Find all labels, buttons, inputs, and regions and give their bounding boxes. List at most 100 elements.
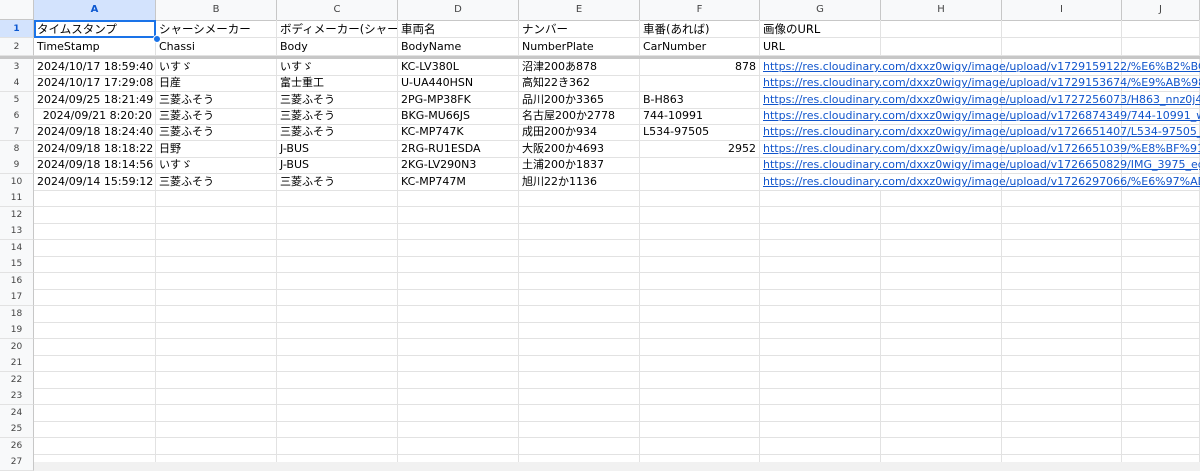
row-header-25[interactable]: 25 bbox=[0, 421, 34, 438]
cell-j19[interactable] bbox=[1122, 322, 1200, 338]
cell-i19[interactable] bbox=[1002, 322, 1122, 338]
row-header-27[interactable]: 27 bbox=[0, 454, 34, 471]
cell-b16[interactable] bbox=[156, 273, 277, 289]
cell-d21[interactable] bbox=[398, 355, 519, 371]
cell-d20[interactable] bbox=[398, 339, 519, 355]
cell-g5[interactable]: https://res.cloudinary.com/dxxz0wigy/ima… bbox=[760, 92, 1200, 108]
cell-e6[interactable]: 名古屋200か2778 bbox=[519, 108, 640, 124]
cell-d4[interactable]: U-UA440HSN bbox=[398, 75, 519, 91]
cell-g13[interactable] bbox=[760, 223, 881, 239]
cell-d7[interactable]: KC-MP747K bbox=[398, 124, 519, 140]
cell-i16[interactable] bbox=[1002, 273, 1122, 289]
cell-f15[interactable] bbox=[640, 256, 760, 272]
cell-e3[interactable]: 沼津200あ878 bbox=[519, 59, 640, 75]
cell-c7[interactable]: 三菱ふそう bbox=[277, 124, 398, 140]
cell-a19[interactable] bbox=[34, 322, 156, 338]
cell-f5[interactable]: B-H863 bbox=[640, 92, 760, 108]
cell-c1[interactable]: ボディメーカー(シャーシ bbox=[277, 20, 398, 37]
cell-d14[interactable] bbox=[398, 240, 519, 256]
column-header-h[interactable]: H bbox=[881, 0, 1002, 20]
row-header-11[interactable]: 11 bbox=[0, 190, 34, 207]
cell-c18[interactable] bbox=[277, 306, 398, 322]
cell-c19[interactable] bbox=[277, 322, 398, 338]
cell-f16[interactable] bbox=[640, 273, 760, 289]
cell-j17[interactable] bbox=[1122, 289, 1200, 305]
cell-a5[interactable]: 2024/09/25 18:21:49 bbox=[34, 92, 156, 108]
cell-d6[interactable]: BKG-MU66JS bbox=[398, 108, 519, 124]
cell-c17[interactable] bbox=[277, 289, 398, 305]
row-header-9[interactable]: 9 bbox=[0, 157, 34, 174]
cell-d5[interactable]: 2PG-MP38FK bbox=[398, 92, 519, 108]
cell-e24[interactable] bbox=[519, 405, 640, 421]
cell-c2[interactable]: Body bbox=[277, 38, 398, 55]
cell-h14[interactable] bbox=[881, 240, 1002, 256]
cell-h24[interactable] bbox=[881, 405, 1002, 421]
cell-g1[interactable]: 画像のURL bbox=[760, 20, 881, 37]
row-header-3[interactable]: 3 bbox=[0, 59, 34, 76]
row-header-21[interactable]: 21 bbox=[0, 355, 34, 372]
cell-d13[interactable] bbox=[398, 223, 519, 239]
cell-e2[interactable]: NumberPlate bbox=[519, 38, 640, 55]
cell-b12[interactable] bbox=[156, 207, 277, 223]
cell-e16[interactable] bbox=[519, 273, 640, 289]
cell-d15[interactable] bbox=[398, 256, 519, 272]
cell-j12[interactable] bbox=[1122, 207, 1200, 223]
cell-d2[interactable]: BodyName bbox=[398, 38, 519, 55]
column-header-b[interactable]: B bbox=[156, 0, 277, 20]
cell-i25[interactable] bbox=[1002, 421, 1122, 437]
cell-c8[interactable]: J-BUS bbox=[277, 141, 398, 157]
cell-a16[interactable] bbox=[34, 273, 156, 289]
cell-h17[interactable] bbox=[881, 289, 1002, 305]
cell-g22[interactable] bbox=[760, 372, 881, 388]
cell-a12[interactable] bbox=[34, 207, 156, 223]
cell-e5[interactable]: 品川200か3365 bbox=[519, 92, 640, 108]
cell-g20[interactable] bbox=[760, 339, 881, 355]
cell-c15[interactable] bbox=[277, 256, 398, 272]
cell-b5[interactable]: 三菱ふそう bbox=[156, 92, 277, 108]
cell-a6[interactable]: 2024/09/21 8:20:20 bbox=[34, 108, 156, 124]
cell-e1[interactable]: ナンバー bbox=[519, 20, 640, 37]
cell-f22[interactable] bbox=[640, 372, 760, 388]
cell-g16[interactable] bbox=[760, 273, 881, 289]
cell-h23[interactable] bbox=[881, 388, 1002, 404]
cell-b24[interactable] bbox=[156, 405, 277, 421]
cell-a26[interactable] bbox=[34, 438, 156, 454]
column-header-a[interactable]: A bbox=[34, 0, 156, 20]
cell-j11[interactable] bbox=[1122, 190, 1200, 206]
cell-b14[interactable] bbox=[156, 240, 277, 256]
cell-d1[interactable]: 車両名 bbox=[398, 20, 519, 37]
cell-b13[interactable] bbox=[156, 223, 277, 239]
row-header-16[interactable]: 16 bbox=[0, 273, 34, 290]
cell-i11[interactable] bbox=[1002, 190, 1122, 206]
cell-c6[interactable]: 三菱ふそう bbox=[277, 108, 398, 124]
row-header-8[interactable]: 8 bbox=[0, 141, 34, 158]
cell-j22[interactable] bbox=[1122, 372, 1200, 388]
cell-e11[interactable] bbox=[519, 190, 640, 206]
cell-g25[interactable] bbox=[760, 421, 881, 437]
cell-c9[interactable]: J-BUS bbox=[277, 157, 398, 173]
row-header-20[interactable]: 20 bbox=[0, 339, 34, 356]
cell-b6[interactable]: 三菱ふそう bbox=[156, 108, 277, 124]
cell-a15[interactable] bbox=[34, 256, 156, 272]
cell-b26[interactable] bbox=[156, 438, 277, 454]
cell-g10[interactable]: https://res.cloudinary.com/dxxz0wigy/ima… bbox=[760, 174, 1200, 190]
row-header-23[interactable]: 23 bbox=[0, 388, 34, 405]
cell-c10[interactable]: 三菱ふそう bbox=[277, 174, 398, 190]
cell-f1[interactable]: 車番(あれば) bbox=[640, 20, 760, 37]
cell-f20[interactable] bbox=[640, 339, 760, 355]
row-header-24[interactable]: 24 bbox=[0, 405, 34, 422]
cell-e21[interactable] bbox=[519, 355, 640, 371]
cell-i20[interactable] bbox=[1002, 339, 1122, 355]
cell-i26[interactable] bbox=[1002, 438, 1122, 454]
cell-e4[interactable]: 高知22き362 bbox=[519, 75, 640, 91]
cell-a9[interactable]: 2024/09/18 18:14:56 bbox=[34, 157, 156, 173]
cell-j24[interactable] bbox=[1122, 405, 1200, 421]
cell-g18[interactable] bbox=[760, 306, 881, 322]
cell-f4[interactable] bbox=[640, 75, 760, 91]
cell-e12[interactable] bbox=[519, 207, 640, 223]
cell-e10[interactable]: 旭川22か1136 bbox=[519, 174, 640, 190]
cell-b11[interactable] bbox=[156, 190, 277, 206]
cell-e22[interactable] bbox=[519, 372, 640, 388]
cell-g23[interactable] bbox=[760, 388, 881, 404]
cell-c11[interactable] bbox=[277, 190, 398, 206]
